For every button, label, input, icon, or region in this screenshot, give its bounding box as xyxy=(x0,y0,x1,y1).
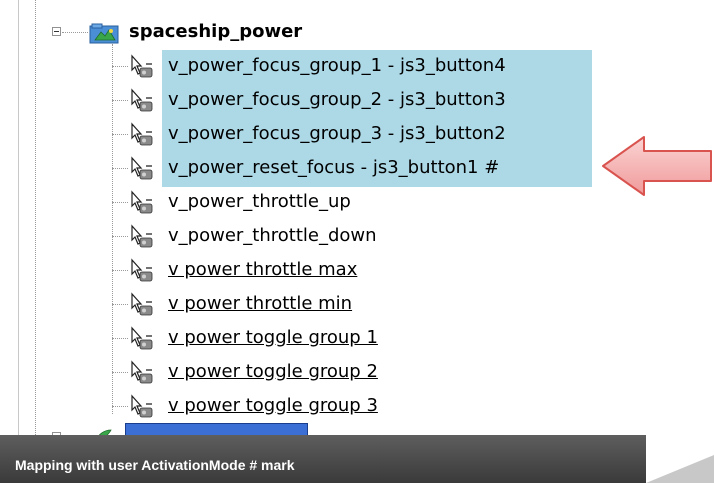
action-pointer-icon xyxy=(131,292,153,316)
action-pointer-icon xyxy=(131,394,153,418)
action-pointer-icon xyxy=(131,224,153,248)
tree-item-label: v_power_focus_group_3 - js3_button2 xyxy=(164,120,510,148)
tree-root-label[interactable]: spaceship_power xyxy=(129,19,302,45)
tree-item-label: v power throttle max xyxy=(168,259,358,280)
tree-connector xyxy=(62,32,88,33)
tree-guide-line xyxy=(35,0,36,435)
tree-item[interactable]: v power toggle group 3 xyxy=(112,390,612,422)
action-pointer-icon xyxy=(131,190,153,214)
tree-item-label: v_power_focus_group_2 - js3_button3 xyxy=(164,86,510,114)
tree-item-label: v power toggle group 1 xyxy=(168,327,378,348)
tree-item[interactable]: v_power_throttle_up xyxy=(112,186,612,218)
tree-item-label: v power toggle group 3 xyxy=(168,395,378,416)
caption-bar: Mapping with user ActivationMode # mark xyxy=(0,435,646,483)
tree-item[interactable]: v_power_focus_group_1 - js3_button4 xyxy=(112,50,612,82)
tree-item-label: v_power_throttle_down xyxy=(168,225,377,246)
tree-item[interactable]: v power toggle group 1 xyxy=(112,322,612,354)
tree-item-label: v power toggle group 2 xyxy=(168,361,378,382)
action-pointer-icon xyxy=(131,258,153,282)
tree-item[interactable]: v_power_reset_focus - js3_button1 # xyxy=(112,152,612,184)
caption-text: Mapping with user ActivationMode # mark xyxy=(15,457,295,473)
tree-item-label: v_power_focus_group_1 - js3_button4 xyxy=(164,52,510,80)
map-folder-icon xyxy=(89,23,119,44)
tree-item-label: v power throttle min xyxy=(168,293,353,314)
page-corner-shadow xyxy=(646,455,714,483)
tree-item[interactable]: v power throttle min xyxy=(112,288,612,320)
action-pointer-icon xyxy=(131,326,153,350)
tree-item[interactable]: v power throttle max xyxy=(112,254,612,286)
collapse-toggle[interactable] xyxy=(52,27,61,36)
action-pointer-icon xyxy=(131,156,153,180)
action-pointer-icon xyxy=(131,360,153,384)
tree-item[interactable]: v_power_throttle_down xyxy=(112,220,612,252)
action-pointer-icon xyxy=(131,122,153,146)
tree-item[interactable]: v_power_focus_group_3 - js3_button2 xyxy=(112,118,612,150)
tree-border-line xyxy=(18,0,19,435)
tree-item-label: v_power_reset_focus - js3_button1 # xyxy=(164,154,504,182)
action-pointer-icon xyxy=(131,54,153,78)
tree-item[interactable]: v_power_focus_group_2 - js3_button3 xyxy=(112,84,612,116)
tree-item[interactable]: v power toggle group 2 xyxy=(112,356,612,388)
tree-item-label: v_power_throttle_up xyxy=(168,191,351,212)
pointer-arrow-icon xyxy=(602,136,712,196)
action-pointer-icon xyxy=(131,88,153,112)
